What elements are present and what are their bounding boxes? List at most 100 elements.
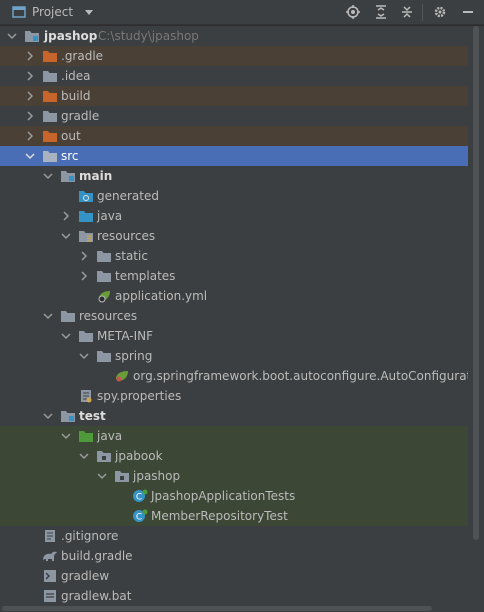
tree-node-gradlew[interactable]: gradlew [0, 566, 468, 586]
resources-folder-icon [79, 231, 93, 242]
test-class-icon: C [133, 489, 148, 503]
svg-text:C: C [136, 513, 142, 523]
chevron-right-icon[interactable] [60, 210, 72, 222]
chevron-down-icon[interactable] [42, 170, 54, 182]
tree-node-generated[interactable]: generated [0, 186, 468, 206]
chevron-down-icon[interactable] [60, 330, 72, 342]
tree-node-label: META-INF [97, 329, 154, 343]
tree-node-templates[interactable]: templates [0, 266, 468, 286]
project-tree: jpashop C:\study\jpashop .gradle .idea b… [0, 26, 484, 612]
tree-node-label: static [115, 249, 148, 263]
tree-node-main[interactable]: main [0, 166, 468, 186]
tree-node-label: spring [115, 349, 153, 363]
excluded-folder-icon [43, 51, 57, 62]
tree-node-root[interactable]: jpashop C:\study\jpashop [0, 26, 468, 46]
chevron-down-icon[interactable] [42, 410, 54, 422]
tree-node-static[interactable]: static [0, 246, 468, 266]
dropdown-icon[interactable] [82, 5, 96, 19]
vertical-scroll-thumb[interactable] [473, 26, 479, 540]
vertical-scrollbar[interactable] [468, 26, 484, 612]
tree-node-java-test[interactable]: java [0, 426, 468, 446]
tree-node-label: out [61, 129, 81, 143]
chevron-right-icon[interactable] [78, 270, 90, 282]
project-view-icon [12, 6, 26, 18]
tree-node-jpashop-application-tests[interactable]: C JpashopApplicationTests [0, 486, 468, 506]
tree-node-label: .idea [61, 69, 91, 83]
chevron-down-icon[interactable] [60, 230, 72, 242]
test-class-icon: C [133, 509, 148, 523]
locate-icon[interactable] [346, 5, 360, 19]
chevron-down-icon[interactable] [6, 30, 18, 42]
tree-node-idea[interactable]: .idea [0, 66, 468, 86]
tree-node-java-main[interactable]: java [0, 206, 468, 226]
tree-node-out[interactable]: out [0, 126, 468, 146]
tree-node-label: jpashop [44, 29, 98, 43]
folder-icon [97, 251, 111, 262]
chevron-right-icon[interactable] [24, 130, 36, 142]
tree-node-gradle-dir[interactable]: .gradle [0, 46, 468, 66]
tree-node-label: build [61, 89, 91, 103]
tree-node-resources-src[interactable]: resources [0, 306, 468, 326]
tree-node-label: generated [97, 189, 159, 203]
collapse-all-icon[interactable] [400, 5, 414, 19]
package-icon [97, 451, 111, 462]
tree-node-label: java [97, 429, 123, 443]
chevron-right-icon[interactable] [24, 50, 36, 62]
horizontal-scrollbar[interactable] [0, 604, 468, 612]
tree-node-meta-inf[interactable]: META-INF [0, 326, 468, 346]
tree-node-label: JpashopApplicationTests [151, 489, 296, 503]
folder-icon [79, 331, 93, 342]
chevron-right-icon[interactable] [24, 70, 36, 82]
spring-config-icon [98, 291, 110, 303]
generated-folder-icon [79, 191, 93, 202]
chevron-down-icon[interactable] [60, 430, 72, 442]
tree-node-spring[interactable]: spring [0, 346, 468, 366]
tree-node-label: org.springframework.boot.autoconfigure.A… [133, 369, 468, 383]
spring-imports-icon [116, 371, 128, 382]
tree-node-resources-main[interactable]: resources [0, 226, 468, 246]
tree-node-label: test [79, 409, 106, 423]
tree-node-test[interactable]: test [0, 406, 468, 426]
gradle-icon [43, 551, 57, 561]
tree-node-label: src [61, 149, 79, 163]
chevron-down-icon[interactable] [24, 150, 36, 162]
tree-node-label: MemberRepositoryTest [151, 509, 288, 523]
tree-node-autoconfiguration-imports[interactable]: org.springframework.boot.autoconfigure.A… [0, 366, 468, 386]
horizontal-scroll-thumb[interactable] [2, 606, 432, 611]
chevron-right-icon[interactable] [24, 90, 36, 102]
folder-icon [43, 151, 57, 162]
tree-node-application-yml[interactable]: application.yml [0, 286, 468, 306]
tree-node-label: application.yml [115, 289, 208, 303]
hide-icon[interactable] [461, 5, 475, 19]
source-folder-icon [79, 211, 93, 222]
header-divider [422, 4, 423, 21]
tree-node-spy-properties[interactable]: spy.properties [0, 386, 468, 406]
tree-node-label: .gradle [61, 49, 104, 63]
expand-all-icon[interactable] [374, 5, 388, 19]
settings-icon[interactable] [433, 5, 447, 19]
tree-node-build[interactable]: build [0, 86, 468, 106]
chevron-down-icon[interactable] [78, 350, 90, 362]
chevron-right-icon[interactable] [24, 110, 36, 122]
tree-node-build-gradle[interactable]: build.gradle [0, 546, 468, 566]
tree-node-gradle[interactable]: gradle [0, 106, 468, 126]
tree-node-label: java [97, 209, 123, 223]
tree-node-jpabook[interactable]: jpabook [0, 446, 468, 466]
tree-node-label: main [79, 169, 113, 183]
chevron-down-icon[interactable] [96, 470, 108, 482]
chevron-right-icon[interactable] [78, 250, 90, 262]
tree-node-gradlew-bat[interactable]: gradlew.bat [0, 586, 468, 606]
tree-node-gitignore[interactable]: .gitignore [0, 526, 468, 546]
tree-node-label: build.gradle [61, 549, 133, 563]
tree-node-src[interactable]: src [0, 146, 468, 166]
module-folder-icon [25, 31, 39, 42]
excluded-folder-icon [43, 131, 57, 142]
project-view-title[interactable]: Project [32, 5, 73, 19]
tree-node-jpashop-package[interactable]: jpashop [0, 466, 468, 486]
tree-node-member-repository-test[interactable]: C MemberRepositoryTest [0, 506, 468, 526]
batch-file-icon [44, 590, 56, 602]
chevron-down-icon[interactable] [42, 310, 54, 322]
folder-icon [97, 271, 111, 282]
chevron-down-icon[interactable] [78, 450, 90, 462]
svg-text:C: C [136, 493, 142, 503]
